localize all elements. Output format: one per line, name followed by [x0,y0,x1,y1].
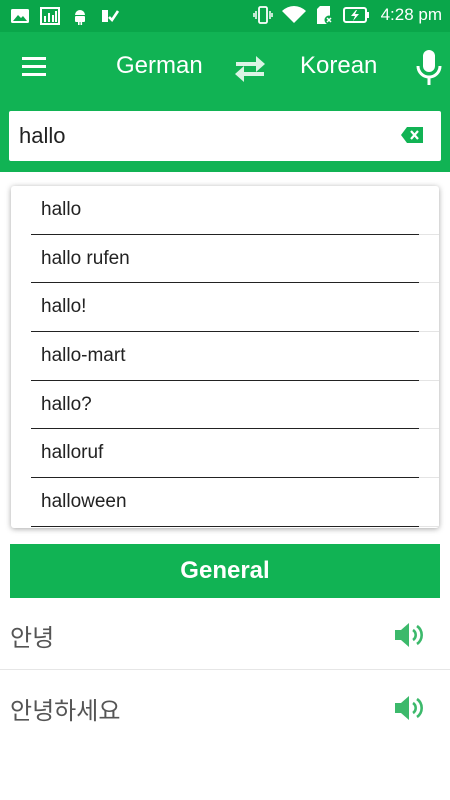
mic-icon[interactable] [414,48,444,88]
result-row[interactable]: 안녕 [0,598,450,670]
suggestions-dropdown: hallo hallo rufen hallo! hallo-mart hall… [11,186,439,528]
gallery-icon [11,9,29,23]
source-language-button[interactable]: German [116,52,203,80]
battery-charging-icon [342,7,369,23]
section-header-general: General [10,544,440,598]
status-time: 4:28 pm [380,5,442,24]
suggestion-item[interactable]: hallo? [11,381,439,430]
sdcard-icon [316,6,334,25]
notification-icons [10,6,120,26]
search-bar [0,104,450,172]
check-icon [102,10,120,23]
status-bar: 4:28 pm [0,0,450,32]
wifi-icon [281,6,306,23]
suggestion-item[interactable]: hallo-mart [11,332,439,381]
vibrate-icon [252,6,273,24]
target-language-button[interactable]: Korean [300,52,377,80]
search-input[interactable] [19,120,379,152]
suggestion-item[interactable]: halloween [11,478,439,527]
menu-icon[interactable] [20,52,50,82]
result-row[interactable]: 안녕하세요 [0,671,450,743]
suggestion-item[interactable]: halloruf [11,429,439,478]
backspace-icon[interactable] [400,126,424,144]
result-text: 안녕하세요 [10,697,121,725]
system-icons: 4:28 pm [252,5,442,25]
swap-icon[interactable] [232,50,268,86]
suggestion-item[interactable]: hallo! [11,283,439,332]
speaker-icon[interactable] [393,620,427,650]
suggestion-item[interactable]: hallo rufen [11,235,439,284]
search-box [9,111,441,161]
result-text: 안녕 [10,624,55,652]
chart-icon [40,7,60,25]
suggestion-item[interactable]: hallo [11,186,439,235]
android-icon [75,10,85,25]
speaker-icon[interactable] [393,693,427,723]
app-bar: German Korean [0,32,450,104]
